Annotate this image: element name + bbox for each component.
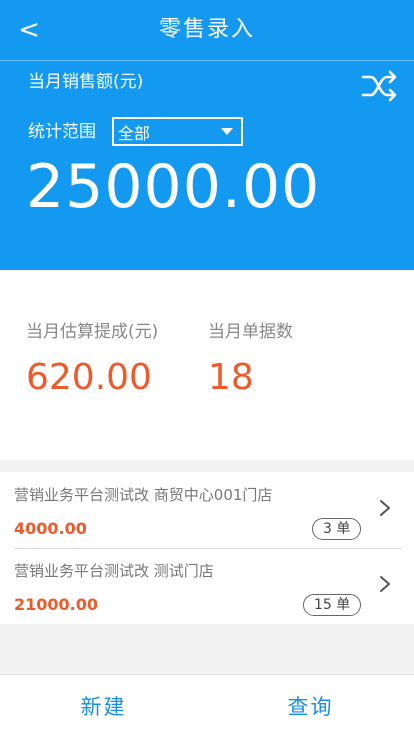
list-item[interactable]: 营销业务平台测试改 商贸中心001门店 4000.00 3 单 xyxy=(0,472,414,549)
store-name: 营销业务平台测试改 测试门店 xyxy=(14,562,214,580)
commission-stat: 当月估算提成(元) 620.00 xyxy=(26,320,158,400)
summary-header: < 零售录入 当月销售额(元) 统计范围 全部 25000.00 xyxy=(0,0,414,270)
range-label: 统计范围 xyxy=(28,122,96,142)
stats-card: 当月估算提成(元) 620.00 当月单据数 18 xyxy=(0,270,414,460)
nav-bar: < 零售录入 xyxy=(0,0,414,60)
range-select[interactable]: 全部 xyxy=(112,117,243,146)
monthly-sales-amount: 25000.00 xyxy=(26,152,321,222)
list-item[interactable]: 营销业务平台测试改 测试门店 21000.00 15 单 xyxy=(0,548,414,624)
retail-entry-screen: < 零售录入 当月销售额(元) 统计范围 全部 25000.00 当月估算提成(… xyxy=(0,0,414,736)
docs-label: 当月单据数 xyxy=(208,322,293,342)
docs-stat: 当月单据数 18 xyxy=(208,320,293,400)
header-divider xyxy=(0,60,414,61)
page-title: 零售录入 xyxy=(158,17,255,42)
commission-value: 620.00 xyxy=(26,357,152,398)
new-button[interactable]: 新建 xyxy=(0,675,207,736)
query-button[interactable]: 查询 xyxy=(207,675,414,736)
chevron-right-icon xyxy=(380,576,390,592)
doc-count-badge: 15 单 xyxy=(303,594,362,616)
shuffle-icon xyxy=(361,70,397,102)
store-amount: 4000.00 xyxy=(14,519,87,538)
store-name: 营销业务平台测试改 商贸中心001门店 xyxy=(14,486,273,504)
commission-label: 当月估算提成(元) xyxy=(26,322,159,342)
monthly-sales-label: 当月销售额(元) xyxy=(28,72,144,92)
docs-value: 18 xyxy=(208,357,254,398)
range-select-value: 全部 xyxy=(118,123,151,143)
store-amount: 21000.00 xyxy=(14,595,99,614)
caret-down-icon xyxy=(221,128,233,135)
chevron-right-icon xyxy=(380,500,390,516)
store-list: 营销业务平台测试改 商贸中心001门店 4000.00 3 单 营销业务平台测试… xyxy=(0,472,414,624)
doc-count-badge: 3 单 xyxy=(312,518,362,540)
shuffle-button[interactable] xyxy=(360,68,400,104)
bottom-action-bar: 新建 查询 xyxy=(0,674,414,736)
